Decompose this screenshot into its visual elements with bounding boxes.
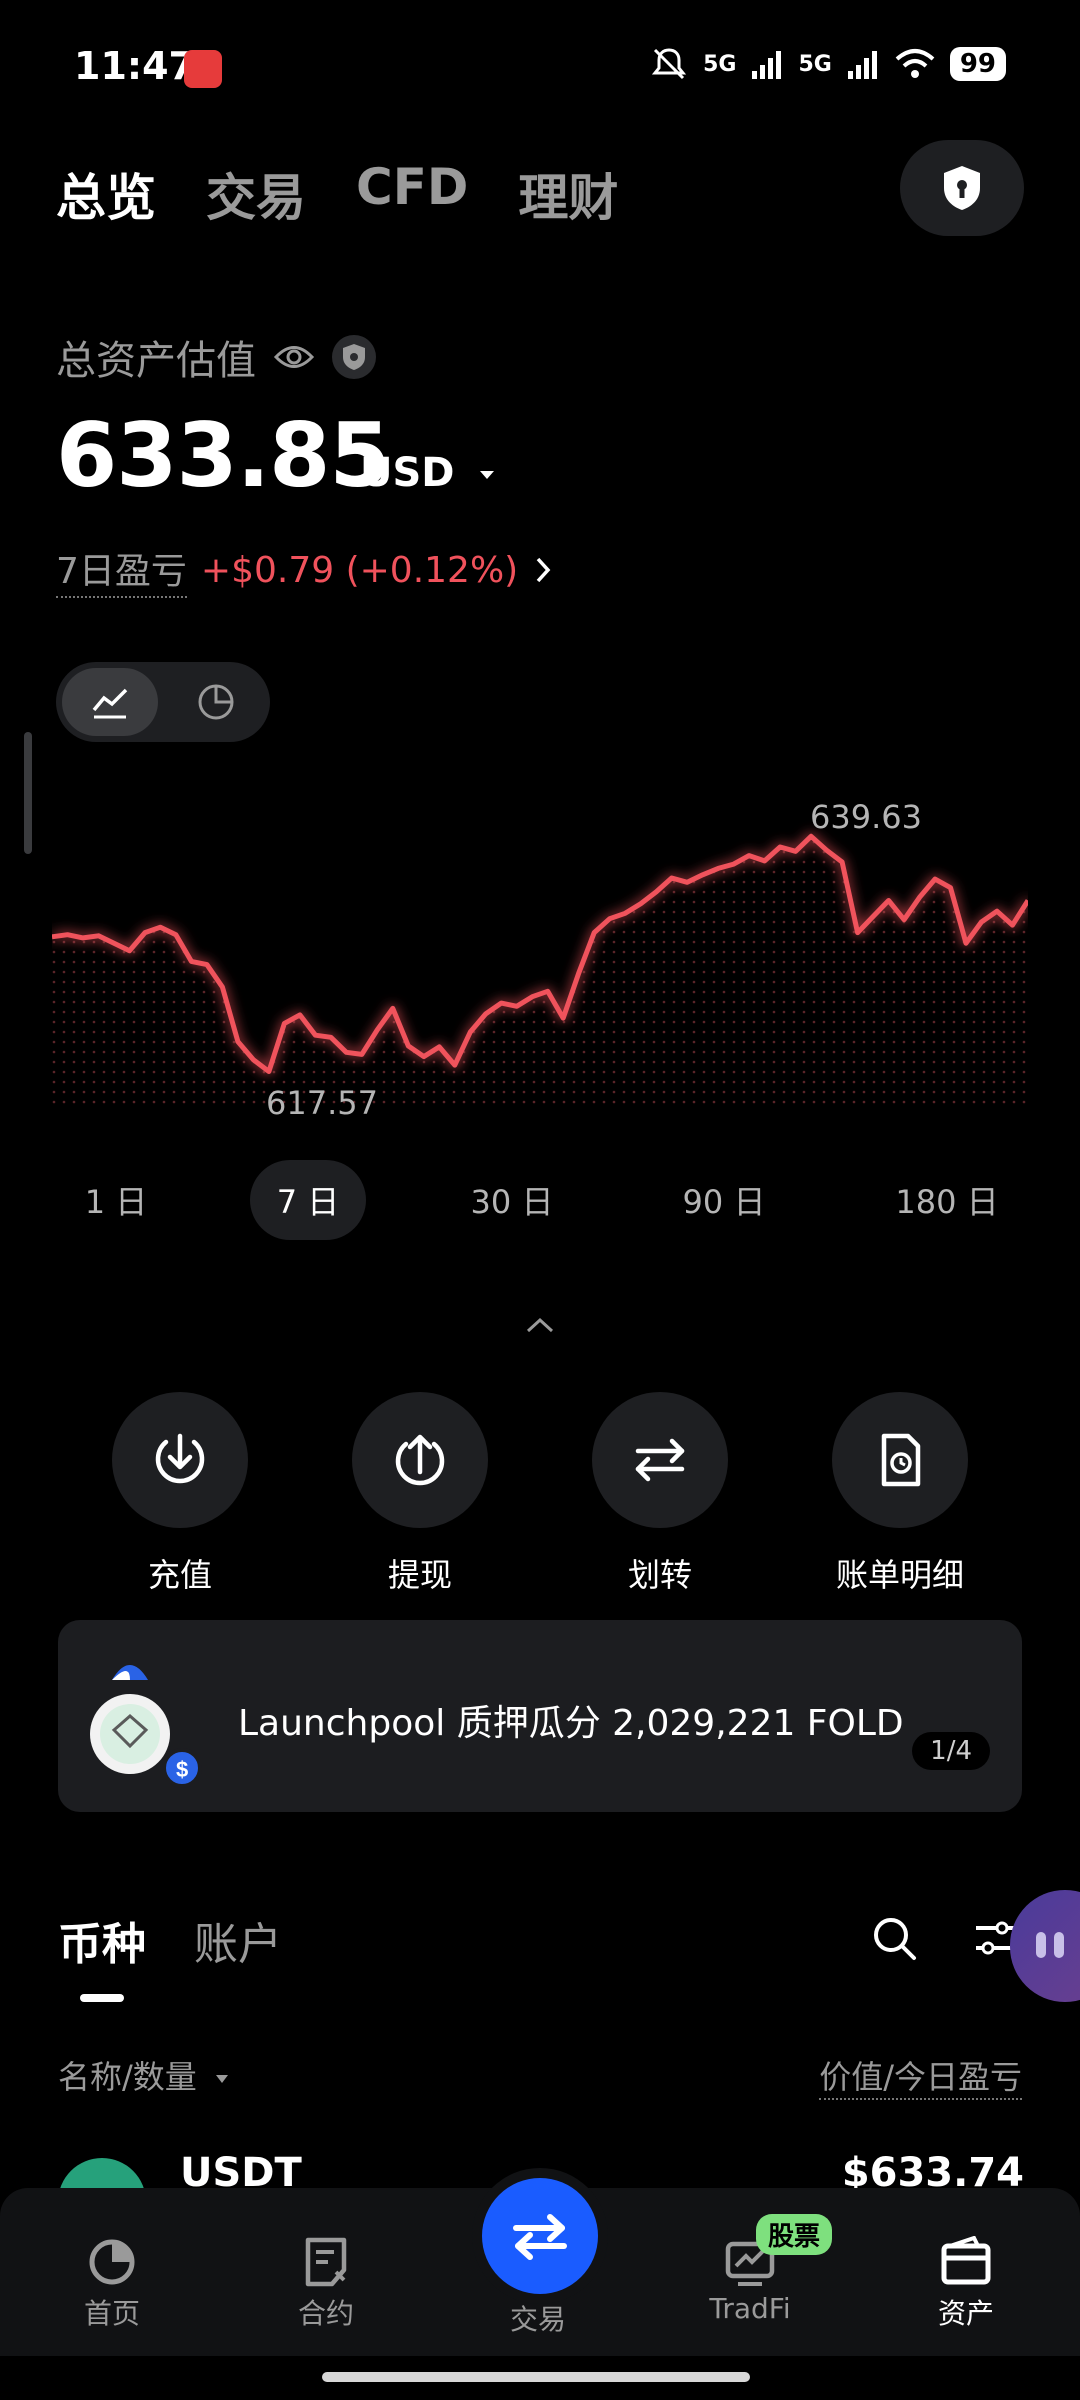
download-icon	[155, 1433, 205, 1484]
nav-contract[interactable]: 合约	[246, 2232, 406, 2332]
scroll-indicator	[24, 732, 32, 854]
chart-low-label: 617.57	[266, 1084, 378, 1122]
chart-high-label: 639.63	[810, 798, 922, 836]
pnl-row[interactable]: 7日盈亏 +$0.79 (+0.12%)	[56, 542, 554, 598]
trade-button[interactable]	[482, 2178, 598, 2294]
menu-dots-icon	[1036, 1932, 1064, 1958]
transfer-label: 划转	[627, 1556, 692, 1594]
name-quantity-label: 名称/数量	[58, 2058, 197, 2096]
transfer-button[interactable]: 划转	[540, 1392, 780, 1596]
signal-icon-2	[847, 51, 877, 79]
nav-home-label: 首页	[83, 2297, 140, 2330]
currency-selector[interactable]: USD	[360, 450, 498, 496]
caret-down-icon	[215, 2075, 228, 2083]
home-indicator	[322, 2372, 750, 2382]
collapse-chart-icon[interactable]	[524, 1308, 556, 1343]
nav-assets-label: 资产	[937, 2297, 994, 2330]
mute-icon	[651, 48, 687, 80]
shield-badge[interactable]	[332, 335, 376, 379]
banner-text: Launchpool 质押瓜分 2,029,221 FOLD	[238, 1703, 904, 1744]
deposit-label: 充值	[147, 1556, 212, 1594]
stock-badge: 股票	[756, 2214, 833, 2255]
name-quantity-sort[interactable]: 名称/数量	[58, 2052, 231, 2098]
shield-icon	[343, 344, 365, 370]
total-assets-amount: 633.85	[56, 404, 391, 507]
nav-trade-label: 交易	[510, 2303, 567, 2336]
range-1d[interactable]: 1 日	[66, 1160, 166, 1240]
range-180d[interactable]: 180 日	[882, 1160, 1012, 1240]
tab-coins[interactable]: 币种	[58, 1908, 146, 1972]
caret-down-icon	[480, 471, 495, 479]
chart-type-toggle	[56, 662, 270, 742]
bill-icon-circle	[832, 1392, 968, 1528]
trade-icon	[513, 2214, 567, 2260]
bill-details-button[interactable]: 账单明细	[780, 1392, 1020, 1596]
deposit-icon-circle	[112, 1392, 248, 1528]
network-label-2: 5G	[798, 51, 832, 77]
tab-overview[interactable]: 总览	[56, 158, 156, 230]
launchpool-icon: $	[90, 1665, 202, 1788]
range-30d[interactable]: 30 日	[452, 1160, 572, 1240]
tab-cfd[interactable]: CFD	[356, 158, 468, 230]
transfer-icon-circle	[592, 1392, 728, 1528]
pie-chart-option[interactable]	[168, 668, 264, 736]
screen-record-icon	[184, 50, 222, 88]
nav-assets[interactable]: 资产	[886, 2232, 1046, 2332]
pnl-value: +$0.79 (+0.12%)	[200, 549, 519, 591]
chevron-right-icon	[536, 557, 551, 583]
signal-icon	[752, 51, 782, 79]
chart-area-fill	[52, 836, 1028, 1110]
eye-icon[interactable]	[274, 342, 314, 372]
tab-finance[interactable]: 理财	[518, 158, 618, 230]
tab-accounts[interactable]: 账户	[194, 1908, 282, 1972]
asset-line-chart	[52, 833, 1028, 1110]
transfer-icon	[635, 1438, 685, 1482]
floating-assistant-button[interactable]	[1010, 1890, 1080, 2002]
active-tab-indicator	[80, 1994, 124, 2002]
nav-tradfi-label: TradFi	[709, 2292, 791, 2325]
security-button[interactable]	[900, 140, 1024, 236]
pnl-label: 7日盈亏	[56, 542, 187, 598]
svg-text:$: $	[176, 1757, 188, 1782]
currency-label: USD	[360, 450, 455, 496]
value-pnl-header[interactable]: 价值/今日盈亏	[819, 2052, 1022, 2100]
upload-icon	[395, 1434, 445, 1486]
withdraw-label: 提现	[387, 1556, 452, 1594]
line-chart-option[interactable]	[62, 668, 158, 736]
time-range-selector: 1 日 7 日 30 日 90 日 180 日	[0, 1160, 1080, 1240]
list-tabs: 币种 账户	[58, 1908, 282, 1972]
bill-icon	[881, 1433, 921, 1487]
total-assets-header: 总资产估值	[56, 328, 376, 386]
withdraw-button[interactable]: 提现	[300, 1392, 540, 1596]
range-90d[interactable]: 90 日	[664, 1160, 784, 1240]
contract-icon	[296, 2232, 356, 2292]
home-icon	[82, 2232, 142, 2292]
network-label-1: 5G	[703, 51, 737, 77]
withdraw-icon-circle	[352, 1392, 488, 1528]
pie-chart-icon	[198, 684, 234, 720]
tab-trading[interactable]: 交易	[206, 158, 306, 230]
line-chart-icon	[92, 688, 128, 719]
promo-banner[interactable]: $ Launchpool 质押瓜分 2,029,221 FOLD 1/4	[58, 1620, 1022, 1812]
status-bar: 11:47 5G 5G 99	[0, 0, 1080, 140]
battery-indicator: 99	[949, 47, 1006, 81]
top-tabs: 总览 交易 CFD 理财	[56, 158, 618, 230]
wifi-icon	[895, 49, 935, 78]
wallet-icon	[936, 2232, 996, 2292]
status-time: 11:47	[74, 44, 195, 88]
nav-contract-label: 合约	[297, 2297, 354, 2330]
total-assets-label: 总资产估值	[56, 338, 256, 384]
status-icons: 5G 5G 99	[649, 44, 1006, 84]
lock-shield-icon	[944, 166, 980, 210]
bill-details-label: 账单明细	[835, 1556, 964, 1594]
range-7d[interactable]: 7 日	[250, 1160, 366, 1240]
banner-pagination: 1/4	[912, 1732, 990, 1770]
nav-home[interactable]: 首页	[32, 2232, 192, 2332]
search-icon[interactable]	[870, 1914, 920, 1964]
deposit-button[interactable]: 充值	[60, 1392, 300, 1596]
